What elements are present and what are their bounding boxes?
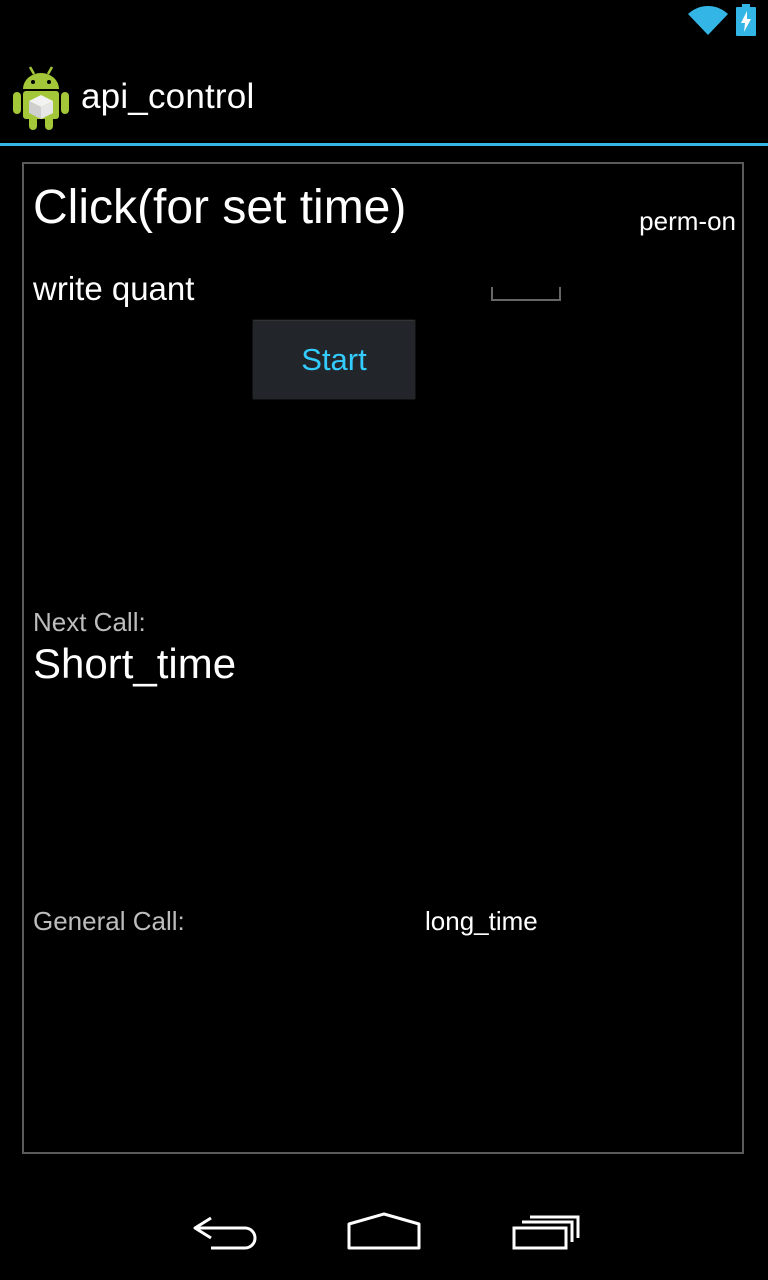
battery-charging-icon <box>736 4 756 36</box>
home-icon <box>347 1212 421 1250</box>
app-title: api_control <box>81 77 255 116</box>
wifi-icon <box>688 6 728 35</box>
action-bar-divider <box>0 143 768 146</box>
recent-apps-button[interactable] <box>486 1184 606 1280</box>
next-call-label: Next Call: <box>33 607 146 637</box>
home-button[interactable] <box>324 1184 444 1280</box>
start-button[interactable]: Start <box>252 319 416 400</box>
write-quant-label: write quant <box>33 270 195 307</box>
navigation-bar <box>0 1184 768 1280</box>
recent-apps-icon <box>512 1215 580 1250</box>
action-bar: api_control <box>0 50 768 143</box>
quant-input[interactable] <box>491 287 561 301</box>
perm-status-label: perm-on <box>639 206 736 236</box>
general-call-value: long_time <box>425 906 538 936</box>
back-icon <box>193 1216 257 1250</box>
android-logo-icon[interactable] <box>12 65 70 131</box>
general-call-label: General Call: <box>33 906 185 936</box>
set-time-heading[interactable]: Click(for set time) <box>33 180 406 235</box>
next-call-value: Short_time <box>33 640 237 687</box>
status-bar <box>0 0 768 50</box>
back-button[interactable] <box>164 1184 284 1280</box>
